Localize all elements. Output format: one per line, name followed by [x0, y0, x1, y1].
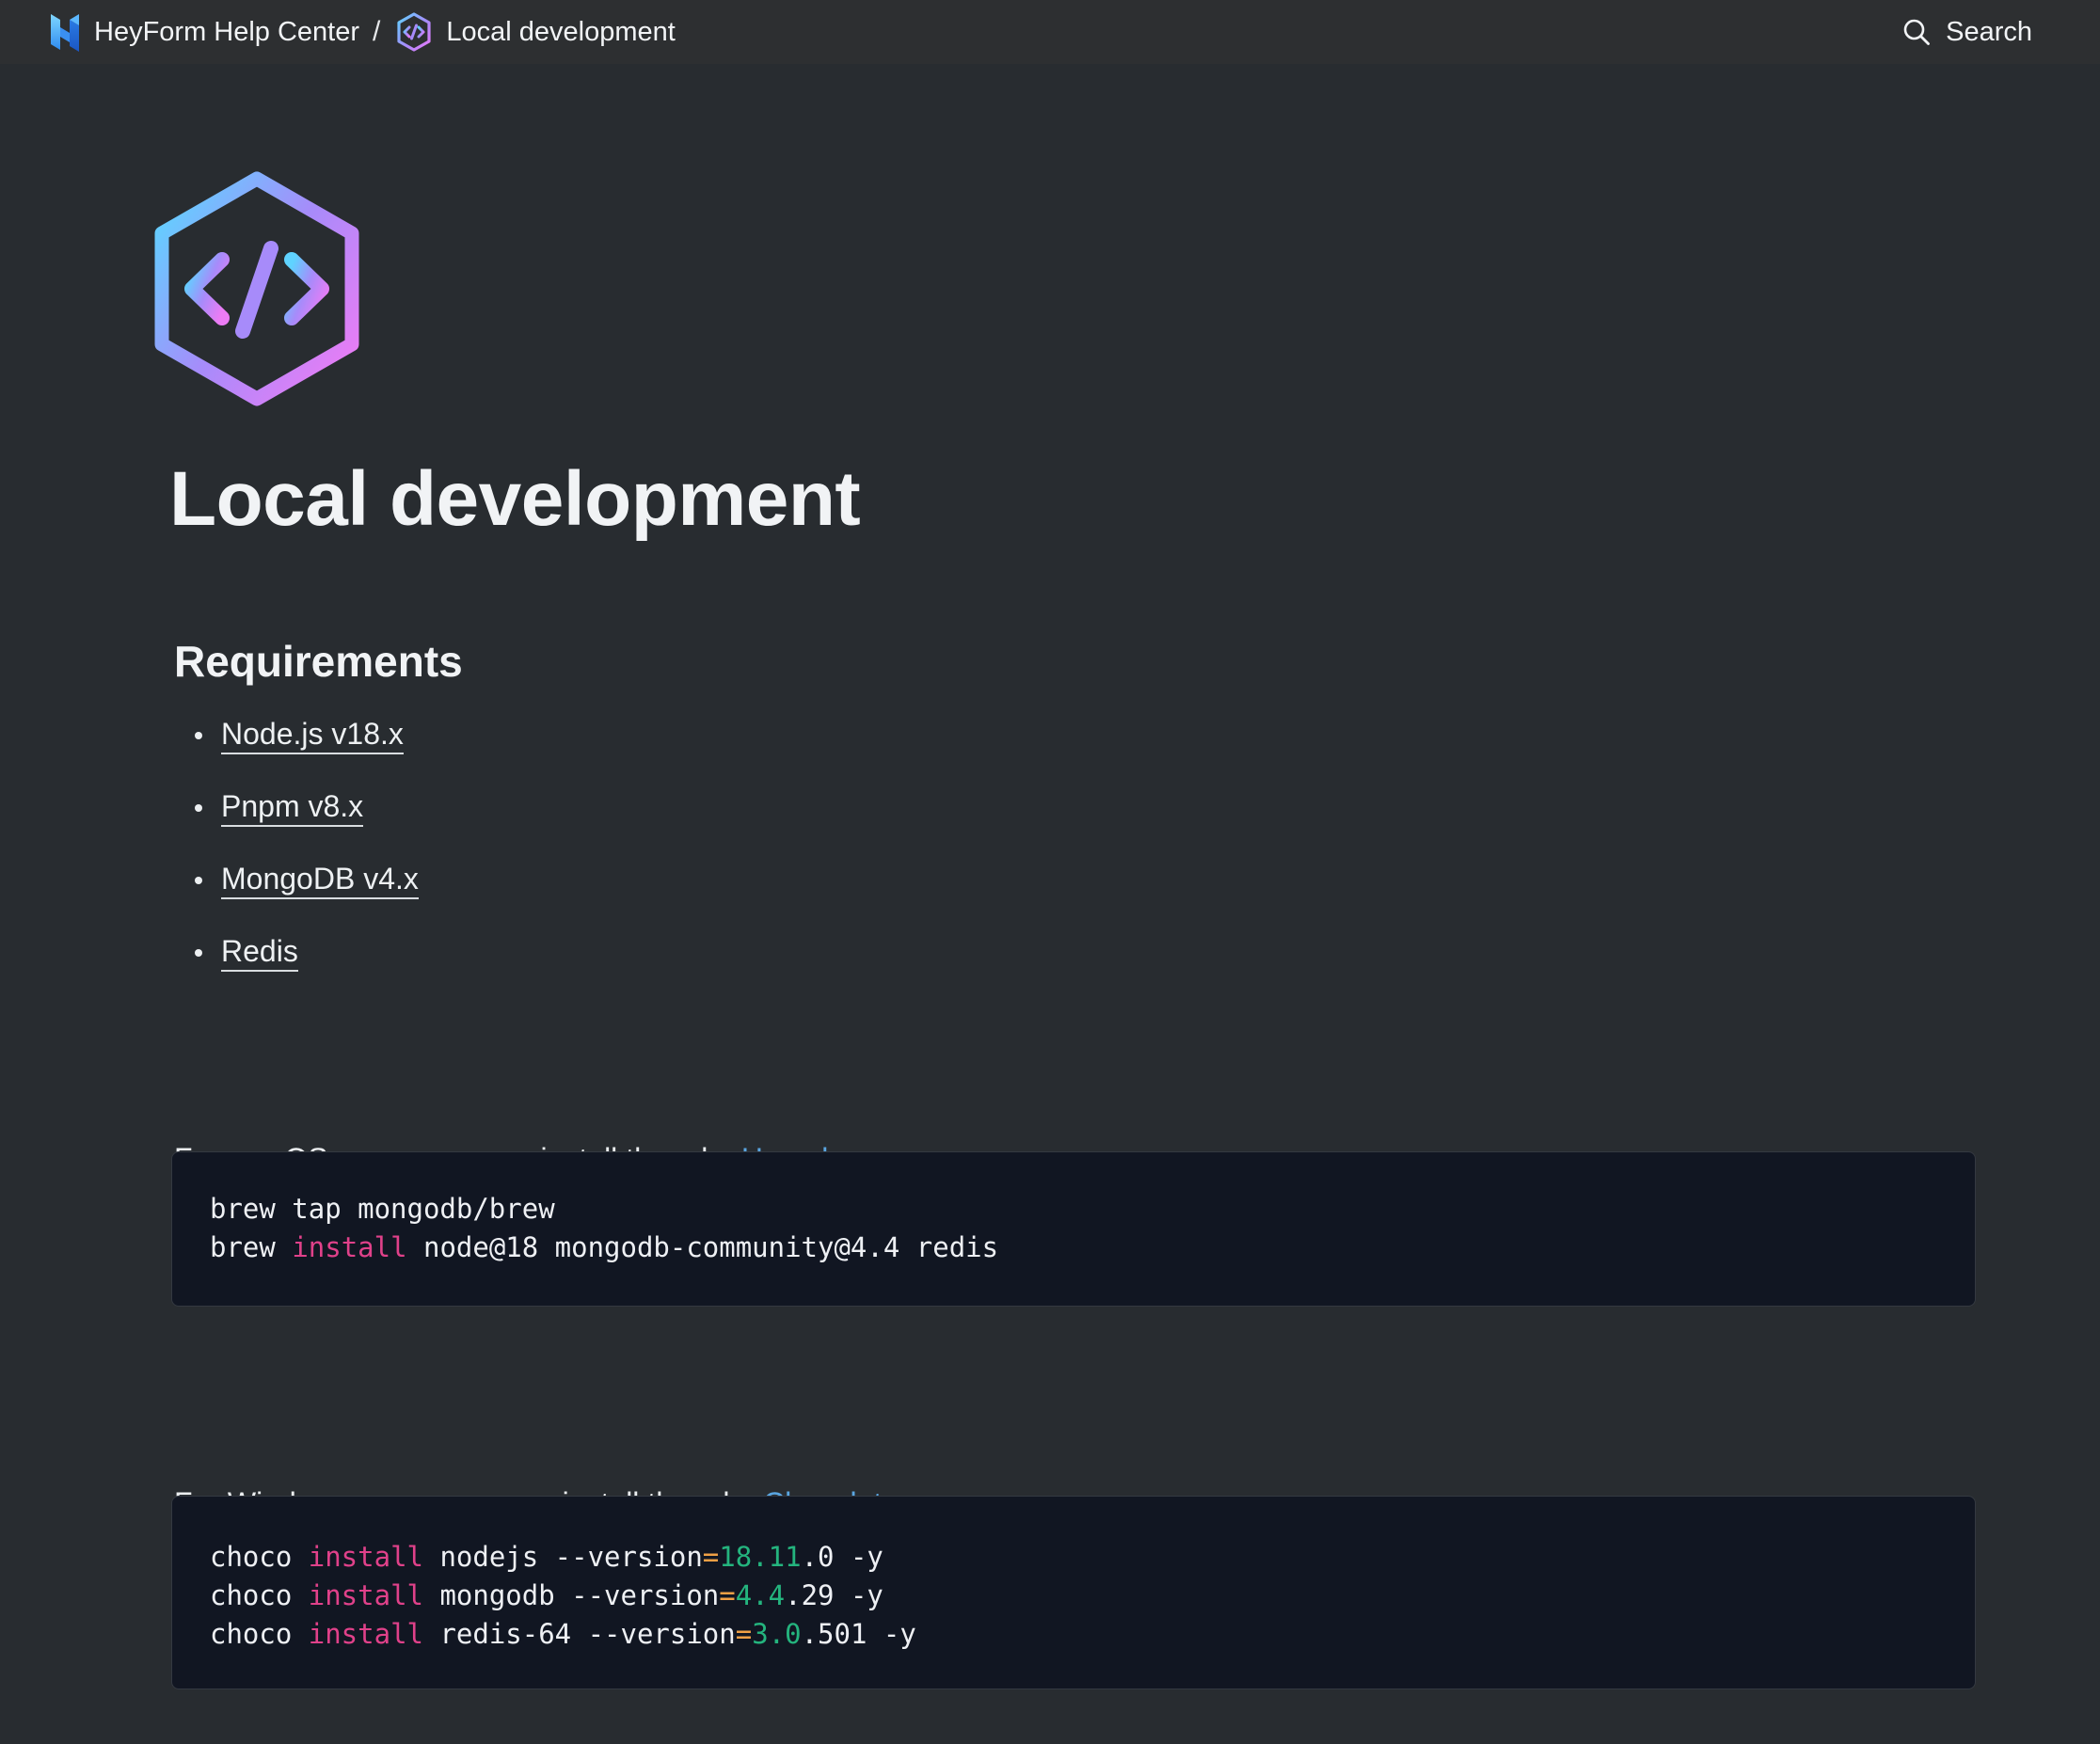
- code-hexagon-icon: [154, 171, 359, 406]
- heyform-logo-icon: [51, 14, 79, 52]
- code-text: choco: [210, 1579, 309, 1611]
- search-icon: [1903, 19, 1931, 45]
- requirement-link-redis[interactable]: Redis: [221, 934, 298, 972]
- code-line: choco install mongodb --version=4.4.29 -…: [210, 1577, 1937, 1615]
- code-operator: =: [702, 1541, 720, 1573]
- code-operator: =: [735, 1618, 753, 1650]
- code-text: node@18 mongodb-community@4.4 redis: [406, 1231, 999, 1263]
- code-number: 18.11: [719, 1541, 802, 1573]
- requirement-link-mongodb[interactable]: MongoDB v4.x: [221, 862, 419, 899]
- code-text: .0 -y: [801, 1541, 883, 1573]
- requirement-link-pnpm[interactable]: Pnpm v8.x: [221, 789, 364, 827]
- breadcrumb-current-page[interactable]: Local development: [395, 11, 676, 53]
- code-keyword: install: [308, 1579, 423, 1611]
- code-number: 3.0: [752, 1618, 802, 1650]
- code-line: brew tap mongodb/brew: [210, 1190, 1937, 1229]
- brand-label: HeyForm Help Center: [94, 16, 360, 47]
- list-item: MongoDB v4.x: [174, 860, 419, 932]
- code-keyword: install: [292, 1231, 407, 1263]
- windows-code-block[interactable]: choco install nodejs --version=18.11.0 -…: [171, 1496, 1976, 1689]
- code-text: choco: [210, 1618, 309, 1650]
- code-keyword: install: [308, 1618, 423, 1650]
- code-text: nodejs --version: [422, 1541, 703, 1573]
- requirement-link-nodejs[interactable]: Node.js v18.x: [221, 717, 404, 754]
- search-button[interactable]: Search: [1902, 17, 2032, 48]
- code-text: .501 -y: [801, 1618, 916, 1650]
- list-item: Pnpm v8.x: [174, 787, 419, 860]
- code-text: choco: [210, 1541, 309, 1573]
- macos-code-block[interactable]: brew tap mongodb/brew brew install node@1…: [171, 1151, 1976, 1307]
- code-text: mongodb --version: [422, 1579, 720, 1611]
- brand-link[interactable]: HeyForm Help Center: [45, 10, 359, 54]
- code-line: brew install node@18 mongodb-community@4…: [210, 1229, 1937, 1267]
- breadcrumb-separator: /: [373, 16, 381, 47]
- code-hexagon-icon: [397, 12, 431, 52]
- search-label: Search: [1946, 16, 2032, 47]
- article-content: Local development Requirements Node.js v…: [0, 64, 2100, 1744]
- list-item: Redis: [174, 932, 419, 1005]
- list-item: Node.js v18.x: [174, 715, 419, 787]
- code-text: brew tap mongodb/brew: [210, 1193, 555, 1225]
- page-title: Local development: [169, 456, 861, 542]
- code-line: choco install redis-64 --version=3.0.501…: [210, 1615, 1937, 1654]
- top-navigation-bar: HeyForm Help Center / Local development: [0, 0, 2100, 64]
- code-text: redis-64 --version: [422, 1618, 736, 1650]
- requirements-heading: Requirements: [174, 637, 463, 686]
- code-number: 4.4: [735, 1579, 786, 1611]
- breadcrumb: HeyForm Help Center / Local development: [45, 0, 676, 64]
- breadcrumb-page-label: Local development: [446, 16, 676, 47]
- code-text: .29 -y: [785, 1579, 883, 1611]
- code-keyword: install: [308, 1541, 423, 1573]
- code-text: brew: [210, 1231, 293, 1263]
- requirements-list: Node.js v18.x Pnpm v8.x MongoDB v4.x Red…: [174, 715, 419, 1005]
- code-operator: =: [719, 1579, 736, 1611]
- code-line: choco install nodejs --version=18.11.0 -…: [210, 1538, 1937, 1577]
